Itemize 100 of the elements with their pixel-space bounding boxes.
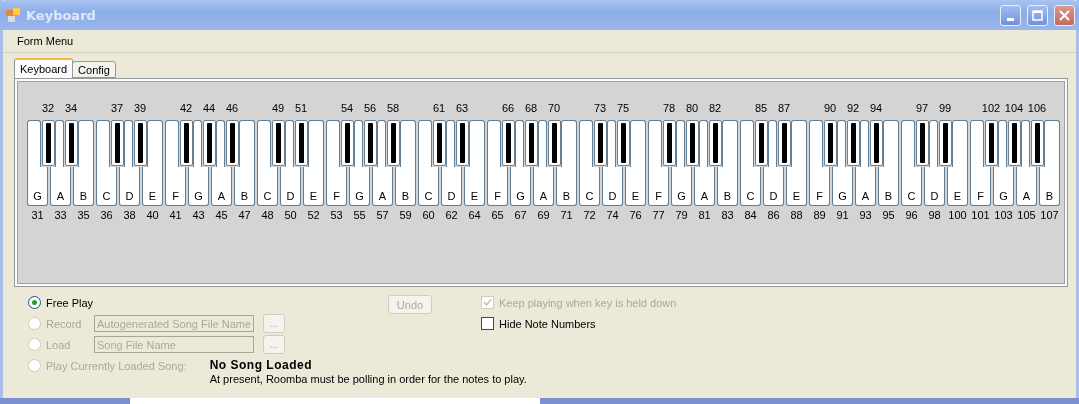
natural-key[interactable]: C <box>740 167 761 206</box>
natural-key[interactable]: B <box>73 167 94 206</box>
sharp-key[interactable] <box>708 120 722 166</box>
natural-key-top[interactable] <box>929 120 938 167</box>
natural-key-top[interactable] <box>630 120 646 167</box>
natural-key-top[interactable] <box>837 120 846 167</box>
natural-key[interactable]: C <box>96 167 117 206</box>
natural-key[interactable]: D <box>602 167 623 206</box>
sharp-key[interactable] <box>64 120 78 166</box>
sharp-key[interactable] <box>915 120 929 166</box>
natural-key[interactable]: F <box>165 167 186 206</box>
natural-key-top[interactable] <box>469 120 485 167</box>
natural-key[interactable]: B <box>878 167 899 206</box>
natural-key-top[interactable] <box>96 120 110 167</box>
natural-key-top[interactable] <box>27 120 41 167</box>
natural-key[interactable]: B <box>717 167 738 206</box>
natural-key[interactable]: E <box>625 167 646 206</box>
natural-key-top[interactable] <box>768 120 777 167</box>
tab[interactable]: Keyboard <box>14 58 74 78</box>
sharp-key[interactable] <box>340 120 354 166</box>
natural-key-top[interactable] <box>257 120 271 167</box>
natural-key[interactable]: E <box>142 167 163 206</box>
sharp-key[interactable] <box>823 120 837 166</box>
natural-key-top[interactable] <box>216 120 225 167</box>
natural-key[interactable]: A <box>50 167 71 206</box>
sharp-key[interactable] <box>524 120 538 166</box>
natural-key[interactable]: C <box>257 167 278 206</box>
sharp-key[interactable] <box>593 120 607 166</box>
natural-key[interactable]: G <box>993 167 1014 206</box>
natural-key-top[interactable] <box>722 120 738 167</box>
radio-button[interactable] <box>28 296 41 309</box>
sharp-key[interactable] <box>869 120 883 166</box>
natural-key[interactable]: F <box>809 167 830 206</box>
natural-key-top[interactable] <box>1044 120 1060 167</box>
natural-key[interactable]: E <box>303 167 324 206</box>
natural-key[interactable]: F <box>970 167 991 206</box>
natural-key[interactable]: G <box>27 167 48 206</box>
sharp-key[interactable] <box>984 120 998 166</box>
natural-key-top[interactable] <box>579 120 593 167</box>
sharp-key[interactable] <box>938 120 952 166</box>
natural-key[interactable]: A <box>533 167 554 206</box>
natural-key-top[interactable] <box>791 120 807 167</box>
natural-key[interactable]: A <box>372 167 393 206</box>
natural-key[interactable]: A <box>1016 167 1037 206</box>
natural-key[interactable]: F <box>648 167 669 206</box>
menu-item[interactable]: Form Menu <box>17 35 74 47</box>
sharp-key[interactable] <box>271 120 285 166</box>
natural-key[interactable]: B <box>234 167 255 206</box>
natural-key-top[interactable] <box>400 120 416 167</box>
natural-key-top[interactable] <box>308 120 324 167</box>
natural-key-top[interactable] <box>78 120 94 167</box>
natural-key-top[interactable] <box>809 120 823 167</box>
natural-key-top[interactable] <box>55 120 64 167</box>
sharp-key[interactable] <box>501 120 515 166</box>
natural-key-top[interactable] <box>239 120 255 167</box>
natural-key-top[interactable] <box>124 120 133 167</box>
natural-key-top[interactable] <box>487 120 501 167</box>
sharp-key[interactable] <box>685 120 699 166</box>
natural-key[interactable]: D <box>280 167 301 206</box>
natural-key-top[interactable] <box>354 120 363 167</box>
natural-key[interactable]: G <box>188 167 209 206</box>
close-button[interactable] <box>1054 4 1075 26</box>
natural-key[interactable]: C <box>418 167 439 206</box>
natural-key[interactable]: A <box>694 167 715 206</box>
minimize-button[interactable] <box>1000 4 1021 26</box>
natural-key[interactable]: A <box>211 167 232 206</box>
tab[interactable]: Config <box>72 61 116 78</box>
natural-key[interactable]: C <box>579 167 600 206</box>
natural-key-top[interactable] <box>740 120 754 167</box>
natural-key[interactable]: D <box>441 167 462 206</box>
sharp-key[interactable] <box>225 120 239 166</box>
natural-key[interactable]: B <box>395 167 416 206</box>
natural-key[interactable]: A <box>855 167 876 206</box>
natural-key-top[interactable] <box>446 120 455 167</box>
natural-key[interactable]: F <box>326 167 347 206</box>
natural-key[interactable]: G <box>349 167 370 206</box>
sharp-key[interactable] <box>1007 120 1021 166</box>
natural-key[interactable]: E <box>947 167 968 206</box>
natural-key[interactable]: F <box>487 167 508 206</box>
natural-key-top[interactable] <box>285 120 294 167</box>
natural-key-top[interactable] <box>883 120 899 167</box>
sharp-key[interactable] <box>1030 120 1044 166</box>
sharp-key[interactable] <box>110 120 124 166</box>
natural-key-top[interactable] <box>952 120 968 167</box>
sharp-key[interactable] <box>777 120 791 166</box>
sharp-key[interactable] <box>363 120 377 166</box>
natural-key-top[interactable] <box>607 120 616 167</box>
natural-key-top[interactable] <box>561 120 577 167</box>
natural-key-top[interactable] <box>147 120 163 167</box>
natural-key-top[interactable] <box>418 120 432 167</box>
sharp-key[interactable] <box>754 120 768 166</box>
sharp-key[interactable] <box>41 120 55 166</box>
natural-key-top[interactable] <box>676 120 685 167</box>
maximize-button[interactable] <box>1027 4 1048 26</box>
natural-key-top[interactable] <box>326 120 340 167</box>
natural-key-top[interactable] <box>901 120 915 167</box>
natural-key[interactable]: C <box>901 167 922 206</box>
natural-key-top[interactable] <box>860 120 869 167</box>
natural-key-top[interactable] <box>515 120 524 167</box>
natural-key-top[interactable] <box>377 120 386 167</box>
